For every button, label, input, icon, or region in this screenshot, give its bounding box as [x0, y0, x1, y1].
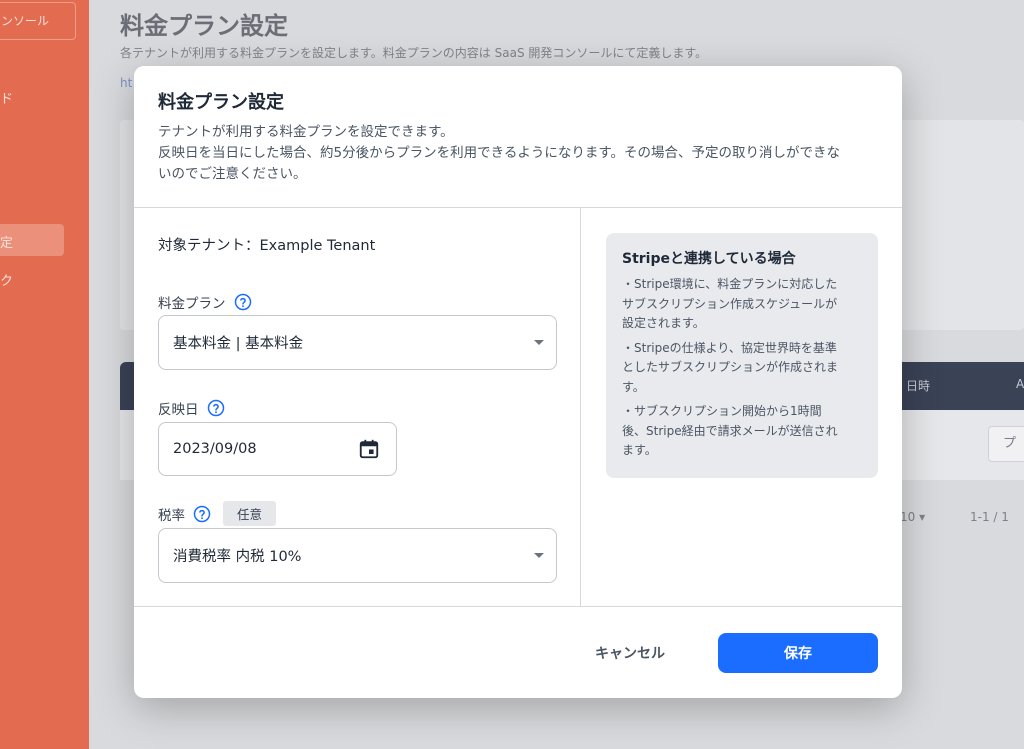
date-field-label: 反映日 [158, 398, 225, 418]
info-column: Stripeと連携している場合 ・Stripe環境に、料金プランに対応した サブ… [582, 208, 902, 606]
table-header-cell: 日時 [906, 379, 931, 393]
rows-per-page: 10 ▾ [900, 510, 926, 524]
help-icon[interactable] [234, 293, 252, 311]
description-line: 反映日を当日にした場合、約5分後からプランを利用できるようになります。その場合、… [158, 145, 840, 161]
stripe-info-box: Stripeと連携している場合 ・Stripe環境に、料金プランに対応した サブ… [606, 233, 878, 478]
console-switch: ンソール [0, 2, 76, 40]
info-line: ・Stripeの仕様より、協定世界時を基準 [622, 340, 837, 355]
dialog-description: テナントが利用する料金プランを設定できます。 反映日を当日にした場合、約5分後か… [158, 122, 870, 185]
description-line: いのでご注意ください。 [158, 166, 307, 182]
effective-date-input[interactable]: 2023/09/08 [158, 422, 397, 476]
target-tenant: 対象テナント：Example Tenant [158, 238, 376, 254]
save-button[interactable]: 保存 [718, 633, 878, 673]
page-title: 料金プラン設定 [120, 12, 288, 40]
info-line: サブスクリプション作成スケジュールが [622, 296, 838, 311]
table-header-cell: A [1016, 377, 1024, 391]
info-list: ・Stripe環境に、料金プランに対応した サブスクリプション作成スケジュールが… [622, 275, 862, 461]
plan-label: 料金プラン [158, 296, 226, 312]
row-action-button: プ [988, 426, 1024, 462]
plan-select-value: 基本料金 | 基本料金 [173, 336, 304, 352]
dialog-body: 対象テナント：Example Tenant 料金プラン 基本料金 | 基本料金 … [134, 208, 902, 607]
info-line: としたサブスクリプションが作成されま [622, 360, 839, 374]
sidebar-item: ド [0, 92, 14, 107]
tax-select-value: 消費税率 内税 10% [173, 549, 302, 565]
info-line: 設定されます。 [622, 316, 705, 330]
optional-badge: 任意 [223, 501, 277, 526]
page-description: 各テナントが利用する料金プランを設定します。料金プランの内容は SaaS 開発コ… [120, 46, 708, 60]
info-item: ・サブスクリプション開始から1時間 後、Stripe経由で請求メールが送信され … [622, 402, 862, 461]
info-title: Stripeと連携している場合 [622, 251, 796, 267]
doc-link: ht [120, 76, 133, 90]
info-line: ます。 [622, 443, 657, 457]
plan-select[interactable]: 基本料金 | 基本料金 [158, 315, 557, 370]
info-line: ・Stripe環境に、料金プランに対応した [622, 277, 838, 291]
dialog-header: 料金プラン設定 テナントが利用する料金プランを設定できます。 反映日を当日にした… [134, 66, 902, 208]
plan-settings-dialog: 料金プラン設定 テナントが利用する料金プランを設定できます。 反映日を当日にした… [134, 66, 902, 698]
help-icon[interactable] [193, 505, 211, 523]
sidebar-item-active: 定 [0, 236, 14, 251]
pagination-range: 1-1 / 1 [970, 510, 1009, 524]
sidebar-item: ク [0, 274, 14, 289]
help-icon[interactable] [207, 399, 225, 417]
description-line: テナントが利用する料金プランを設定できます。 [158, 124, 454, 140]
tax-label: 税率 [158, 507, 185, 524]
tax-field-label: 税率 任意 [158, 501, 277, 526]
form-column: 対象テナント：Example Tenant 料金プラン 基本料金 | 基本料金 … [134, 208, 581, 606]
calendar-icon[interactable] [358, 438, 380, 460]
info-item: ・Stripe環境に、料金プランに対応した サブスクリプション作成スケジュールが… [622, 275, 862, 334]
sidebar: ンソール ド 定 ク [0, 0, 89, 749]
tax-rate-select[interactable]: 消費税率 内税 10% [158, 528, 557, 583]
cancel-button[interactable]: キャンセル [574, 633, 686, 673]
info-line: す。 [622, 379, 645, 394]
info-line: ・サブスクリプション開始から1時間 [622, 404, 822, 418]
info-line: 後、Stripe経由で請求メールが送信され [622, 423, 838, 438]
dialog-footer: キャンセル 保存 [134, 608, 902, 698]
dialog-title: 料金プラン設定 [158, 92, 284, 113]
date-label: 反映日 [158, 402, 199, 418]
date-value: 2023/09/08 [173, 441, 257, 457]
plan-field-label: 料金プラン [158, 292, 252, 312]
info-item: ・Stripeの仕様より、協定世界時を基準 としたサブスクリプションが作成されま… [622, 339, 862, 398]
dropdown-caret-icon [534, 340, 544, 345]
dropdown-caret-icon [534, 553, 544, 558]
